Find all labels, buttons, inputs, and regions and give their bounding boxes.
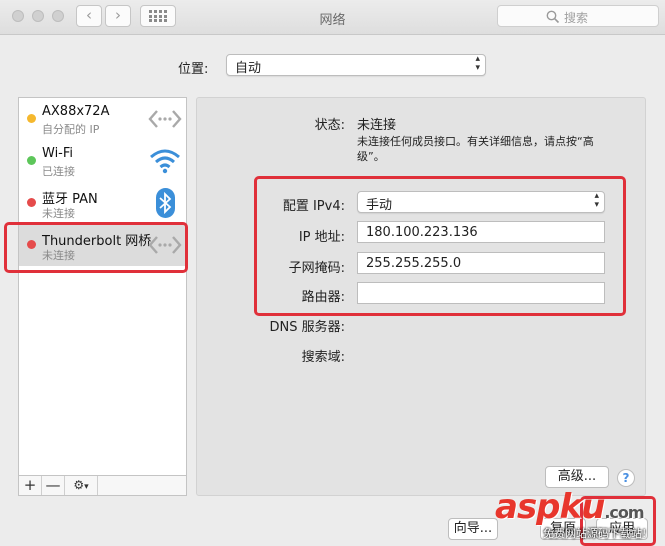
assistant-button[interactable]: 向导... xyxy=(448,518,498,540)
location-value: 自动 xyxy=(235,61,262,76)
service-toolbar: + — ⚙▾ xyxy=(18,476,187,496)
location-popup[interactable]: 自动 ▴ ▾ xyxy=(226,54,486,76)
highlight-ip-settings xyxy=(254,176,626,316)
status-description-line1: 未连接任何成员接口。有关详细信息，请点按“高 xyxy=(357,135,594,148)
watermark-subtitle: 免费网站源码下载站! xyxy=(543,527,647,540)
status-description-line2: 级”。 xyxy=(357,150,385,163)
chevron-down-icon: ▾ xyxy=(84,482,89,492)
gear-menu-button[interactable]: ⚙▾ xyxy=(65,476,98,495)
service-list: AX88x72A 自分配的 IP Wi-Fi 已连接 蓝牙 PAN 未连接 Th… xyxy=(18,97,187,476)
service-item-wifi[interactable]: Wi-Fi 已连接 xyxy=(19,140,186,182)
status-label: 状态: xyxy=(314,118,345,133)
remove-service-button[interactable]: — xyxy=(42,476,65,495)
service-name: AX88x72A xyxy=(42,104,110,119)
search-placeholder: 搜索 xyxy=(564,11,589,25)
status-dot xyxy=(27,114,36,123)
search-icon xyxy=(546,10,560,24)
status-dot xyxy=(27,156,36,165)
status-value: 未连接 xyxy=(357,118,397,133)
service-name: Wi-Fi xyxy=(42,146,74,161)
help-button[interactable]: ? xyxy=(617,469,635,487)
watermark-logo: aspku.com xyxy=(495,487,645,527)
dns-servers-label: DNS 服务器: xyxy=(269,320,346,335)
service-item-bluetooth-pan[interactable]: 蓝牙 PAN 未连接 xyxy=(19,182,186,224)
highlight-thunderbolt-service xyxy=(4,222,188,273)
service-status: 已连接 xyxy=(42,165,75,178)
title-bar: ‹ › 网络 搜索 xyxy=(0,0,665,35)
gear-icon: ⚙ xyxy=(73,478,85,492)
ethernet-arrows-icon xyxy=(148,110,182,128)
add-service-button[interactable]: + xyxy=(19,476,42,495)
advanced-button[interactable]: 高级... xyxy=(545,466,609,488)
bluetooth-icon xyxy=(156,188,175,218)
status-dot xyxy=(27,198,36,207)
location-label: 位置: xyxy=(178,62,209,77)
service-item-ax88x72a[interactable]: AX88x72A 自分配的 IP xyxy=(19,98,186,140)
popup-arrows-icon: ▴ ▾ xyxy=(475,54,480,73)
watermark: aspku.com 免费网站源码下载站! xyxy=(495,487,665,544)
search-domains-label: 搜索域: xyxy=(301,350,345,365)
service-status: 自分配的 IP xyxy=(42,123,100,136)
wifi-icon xyxy=(150,149,180,174)
search-input[interactable]: 搜索 xyxy=(497,5,659,27)
service-status: 未连接 xyxy=(42,207,75,220)
